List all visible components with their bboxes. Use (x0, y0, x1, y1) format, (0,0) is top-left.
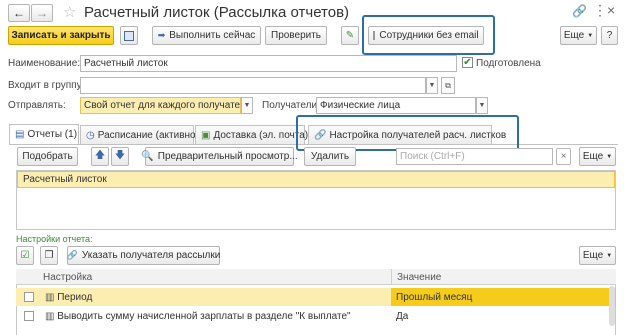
chevron-down-icon: ▼ (606, 252, 613, 259)
send-select[interactable]: Свой отчет для каждого получателя (80, 97, 241, 114)
parameter-icon: ▥ (45, 311, 55, 322)
column-header-setting: Настройка (43, 272, 93, 283)
tab-payslip-recipients[interactable]: 🔗 Настройка получателей расч. листков (308, 125, 506, 144)
more-icon[interactable]: ⋮ (593, 2, 607, 19)
arrow-down-icon: 🡇 (114, 150, 126, 161)
specify-recipient-button[interactable]: 🔗 Указать получателя рассылки (67, 246, 220, 265)
group-dropdown-button[interactable]: ▼ (426, 77, 438, 94)
chevron-down-icon: ▼ (587, 32, 594, 39)
delivery-icon: ▣ (201, 129, 211, 141)
ready-checkbox[interactable]: ✔ (462, 57, 473, 68)
column-header-value: Значение (391, 269, 611, 285)
run-now-button[interactable]: ➡ Выполнить сейчас (152, 26, 261, 45)
signature-button[interactable]: ✎ (341, 26, 359, 45)
tab-reports[interactable]: ▤ Отчеты (1) (9, 124, 79, 144)
link-icon: 🔗 (314, 129, 327, 141)
run-icon: ➡ (157, 30, 166, 40)
chevron-down-icon: ▼ (428, 82, 436, 89)
copy-button[interactable]: ❐ (40, 246, 58, 265)
tab-delivery[interactable]: ▣ Доставка (эл. почта) (195, 125, 308, 144)
tabs-divider (9, 144, 618, 145)
help-button[interactable]: ? (601, 26, 618, 45)
arrow-up-icon: 🡅 (94, 150, 106, 161)
setting-value[interactable]: Да (391, 307, 616, 325)
recipients-label: Получатели: (262, 100, 320, 111)
save-and-close-button[interactable]: Записать и закрыть (8, 26, 114, 45)
report-icon: ▤ (15, 129, 25, 140)
search-input[interactable]: Поиск (Ctrl+F) (396, 148, 553, 165)
floppy-disk-icon (124, 30, 134, 41)
row-checkbox[interactable] (20, 288, 38, 304)
chevron-down-icon: ▼ (478, 102, 486, 109)
back-button[interactable]: ← (8, 4, 30, 22)
favorite-star-icon[interactable]: ☆ (63, 3, 76, 21)
arrow-right-icon: → (36, 6, 48, 20)
send-dropdown-button[interactable]: ▼ (241, 97, 253, 114)
arrow-left-icon: ← (13, 6, 25, 20)
table-scrollbar[interactable] (609, 286, 615, 326)
checkbox-checked-icon: ☑ (20, 250, 30, 261)
clear-search-button[interactable]: × (556, 148, 571, 165)
reports-more-button[interactable]: Еще ▼ (579, 147, 616, 166)
ready-label: Подготовлена (476, 58, 541, 69)
document-icon (373, 31, 376, 40)
recipients-dropdown-button[interactable]: ▼ (476, 97, 488, 114)
page-title: Расчетный листок (Рассылка отчетов) (84, 4, 350, 21)
check-button[interactable]: Проверить (265, 26, 327, 45)
delete-button[interactable]: Удалить (304, 147, 356, 166)
link-icon: 🔗 (66, 250, 78, 260)
settings-more-button[interactable]: Еще ▼ (579, 246, 616, 265)
preview-button[interactable]: 🔍 Предварительный просмотр... (141, 147, 298, 166)
table-row[interactable]: ▥ Период Прошлый месяц (16, 288, 616, 306)
move-up-button[interactable]: 🡅 (91, 147, 109, 166)
group-open-button[interactable]: ⧉ (441, 77, 455, 94)
group-label: Входит в группу: (8, 80, 85, 91)
table-row[interactable]: ▥ Выводить сумму начисленной зарплаты в … (16, 307, 616, 325)
setting-name: ▥ Период (45, 292, 93, 303)
save-button[interactable] (120, 26, 138, 45)
row-checkbox[interactable] (20, 307, 38, 323)
group-field[interactable] (80, 77, 426, 94)
magnifier-icon: 🔍 (141, 151, 154, 162)
parameter-icon: ▥ (45, 292, 55, 303)
setting-value[interactable]: Прошлый месяц (391, 288, 616, 306)
link-icon[interactable]: 🔗 (572, 4, 587, 18)
clock-icon: ◷ (86, 129, 95, 141)
close-icon: × (560, 151, 567, 162)
chevron-down-icon: ▼ (243, 102, 251, 109)
pick-button[interactable]: Подобрать (17, 147, 78, 166)
employees-without-email-button[interactable]: Сотрудники без email (368, 26, 484, 45)
tab-schedule[interactable]: ◷ Расписание (активно) (80, 125, 199, 144)
open-link-icon: ⧉ (445, 80, 451, 90)
table-header: Настройка Значение (16, 269, 616, 285)
copy-icon: ❐ (44, 250, 54, 261)
settings-label: Настройки отчета: (16, 234, 93, 244)
move-down-button[interactable]: 🡇 (111, 147, 129, 166)
forward-button[interactable]: → (31, 4, 53, 22)
more-button[interactable]: Еще ▼ (560, 26, 597, 45)
recipients-select[interactable]: Физические лица (316, 97, 476, 114)
pen-icon: ✎ (345, 30, 355, 41)
chevron-down-icon: ▼ (606, 153, 613, 160)
send-label: Отправлять: (8, 100, 66, 111)
name-label: Наименование: (8, 58, 81, 69)
list-item[interactable]: Расчетный листок (17, 171, 615, 188)
close-icon[interactable]: × (607, 2, 615, 18)
name-field[interactable]: Расчетный листок (80, 55, 457, 72)
setting-name: ▥ Выводить сумму начисленной зарплаты в … (45, 311, 351, 322)
check-all-button[interactable]: ☑ (16, 246, 34, 265)
